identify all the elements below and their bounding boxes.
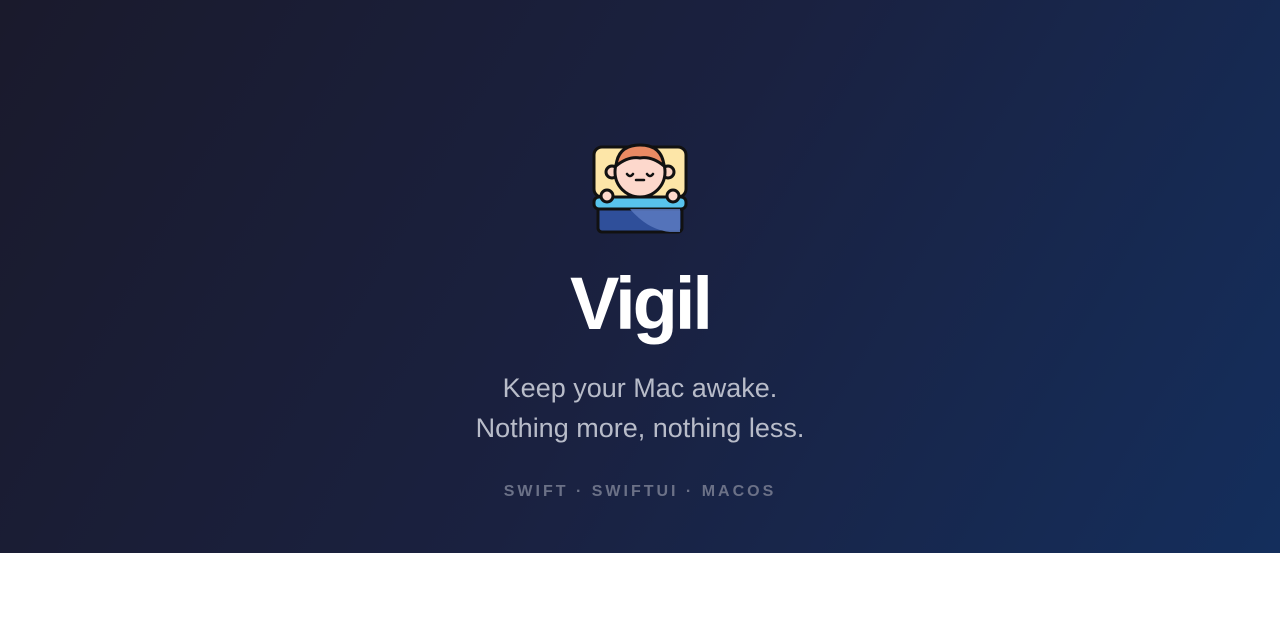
tagline-line-1: Keep your Mac awake. — [502, 373, 778, 403]
tech-stack-label: SWIFT · SWIFTUI · MACOS — [503, 483, 777, 500]
tagline-line-2: Nothing more, nothing less. — [475, 413, 805, 443]
app-title: Vigil — [570, 262, 713, 345]
page-body — [0, 553, 1280, 640]
sleeping-character-in-bed-icon — [592, 143, 688, 234]
hero-banner: Vigil Keep your Mac awake. Nothing more,… — [0, 0, 1280, 553]
